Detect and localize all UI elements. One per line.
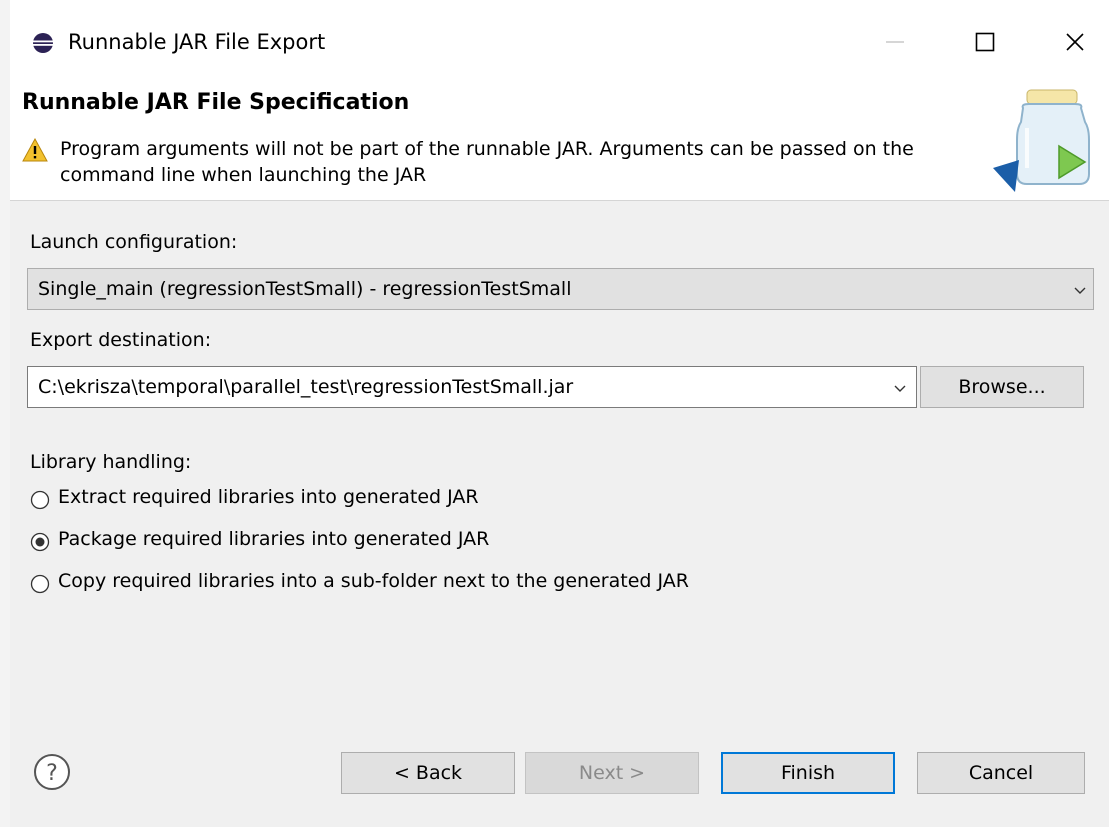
back-button[interactable]: < Back: [341, 752, 515, 794]
chevron-down-icon[interactable]: [892, 380, 908, 396]
export-destination-combo[interactable]: C:\ekrisza\temporal\parallel_test\regres…: [27, 366, 917, 408]
export-destination-value: C:\ekrisza\temporal\parallel_test\regres…: [38, 376, 574, 398]
wizard-content: Launch configuration: Single_main (regre…: [10, 201, 1109, 827]
maximize-button[interactable]: [955, 18, 1015, 66]
cancel-button[interactable]: Cancel: [917, 752, 1085, 794]
radio-checked-icon[interactable]: [30, 532, 50, 552]
launch-configuration-value: Single_main (regressionTestSmall) - regr…: [38, 278, 572, 300]
warning-icon: [22, 137, 48, 162]
wizard-banner: Runnable JAR File Specification Program …: [10, 80, 1109, 201]
close-button[interactable]: [1045, 18, 1105, 66]
eclipse-icon: [32, 32, 54, 54]
browse-button[interactable]: Browse...: [920, 366, 1084, 408]
window-title: Runnable JAR File Export: [68, 30, 326, 54]
svg-text:?: ?: [46, 761, 58, 786]
jar-export-icon: [985, 88, 1095, 198]
library-handling-label: Library handling:: [30, 451, 192, 473]
maximize-icon: [975, 32, 995, 52]
minimize-button[interactable]: [865, 18, 925, 66]
radio-label: Extract required libraries into generate…: [58, 486, 479, 508]
page-title: Runnable JAR File Specification: [22, 90, 410, 115]
radio-label: Package required libraries into generate…: [58, 528, 490, 550]
next-button[interactable]: Next >: [525, 752, 699, 794]
radio-unchecked-icon[interactable]: [30, 490, 50, 510]
title-bar: Runnable JAR File Export: [10, 0, 1109, 80]
runnable-jar-export-dialog: Runnable JAR File Export Runnable JAR Fi…: [0, 0, 1109, 827]
minimize-icon: [886, 41, 904, 43]
finish-button[interactable]: Finish: [721, 752, 895, 794]
radio-unchecked-icon[interactable]: [30, 574, 50, 594]
help-icon[interactable]: ?: [32, 752, 72, 792]
export-destination-label: Export destination:: [30, 329, 212, 351]
close-icon: [1066, 33, 1084, 51]
radio-label: Copy required libraries into a sub-folde…: [58, 570, 689, 592]
banner-message: Program arguments will not be part of th…: [60, 138, 914, 186]
chevron-down-icon: [1074, 287, 1086, 294]
launch-configuration-label: Launch configuration:: [30, 231, 238, 253]
launch-configuration-select[interactable]: Single_main (regressionTestSmall) - regr…: [27, 268, 1094, 310]
